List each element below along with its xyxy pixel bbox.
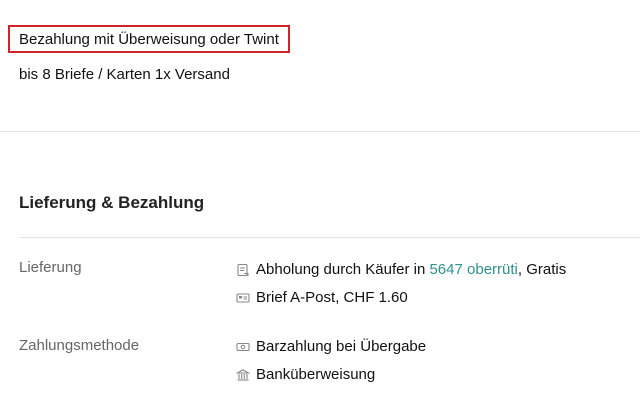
payment-info-highlight: Bezahlung mit Überweisung oder Twint: [8, 25, 290, 53]
shipping-note: bis 8 Briefe / Karten 1x Versand: [19, 66, 230, 83]
section-title: Lieferung & Bezahlung: [19, 193, 205, 212]
envelope-icon: [236, 291, 250, 305]
cash-option-text: Barzahlung bei Übergabe: [256, 338, 427, 355]
payment-option-bank: Banküberweisung: [236, 366, 375, 383]
post-option-text: Brief A-Post, CHF 1.60: [256, 289, 408, 306]
bank-icon: [236, 368, 250, 382]
pickup-prefix: Abholung durch Käufer in: [256, 261, 426, 278]
delivery-label: Lieferung: [19, 259, 82, 276]
pickup-icon: [236, 263, 250, 277]
payment-method-label: Zahlungsmethode: [19, 337, 140, 354]
bank-option-text: Banküberweisung: [256, 366, 376, 383]
payment-option-cash: Barzahlung bei Übergabe: [236, 338, 426, 355]
section-divider: [0, 131, 640, 132]
section-divider: [19, 237, 640, 238]
pickup-suffix: , Gratis: [517, 261, 567, 278]
cash-icon: [236, 340, 250, 354]
payment-info-text: Bezahlung mit Überweisung oder Twint: [19, 30, 279, 48]
delivery-option-pickup: Abholung durch Käufer in 5647 oberrüti, …: [236, 261, 566, 278]
pickup-location-link[interactable]: 5647 oberrüti: [429, 261, 517, 278]
delivery-option-post: Brief A-Post, CHF 1.60: [236, 289, 408, 306]
